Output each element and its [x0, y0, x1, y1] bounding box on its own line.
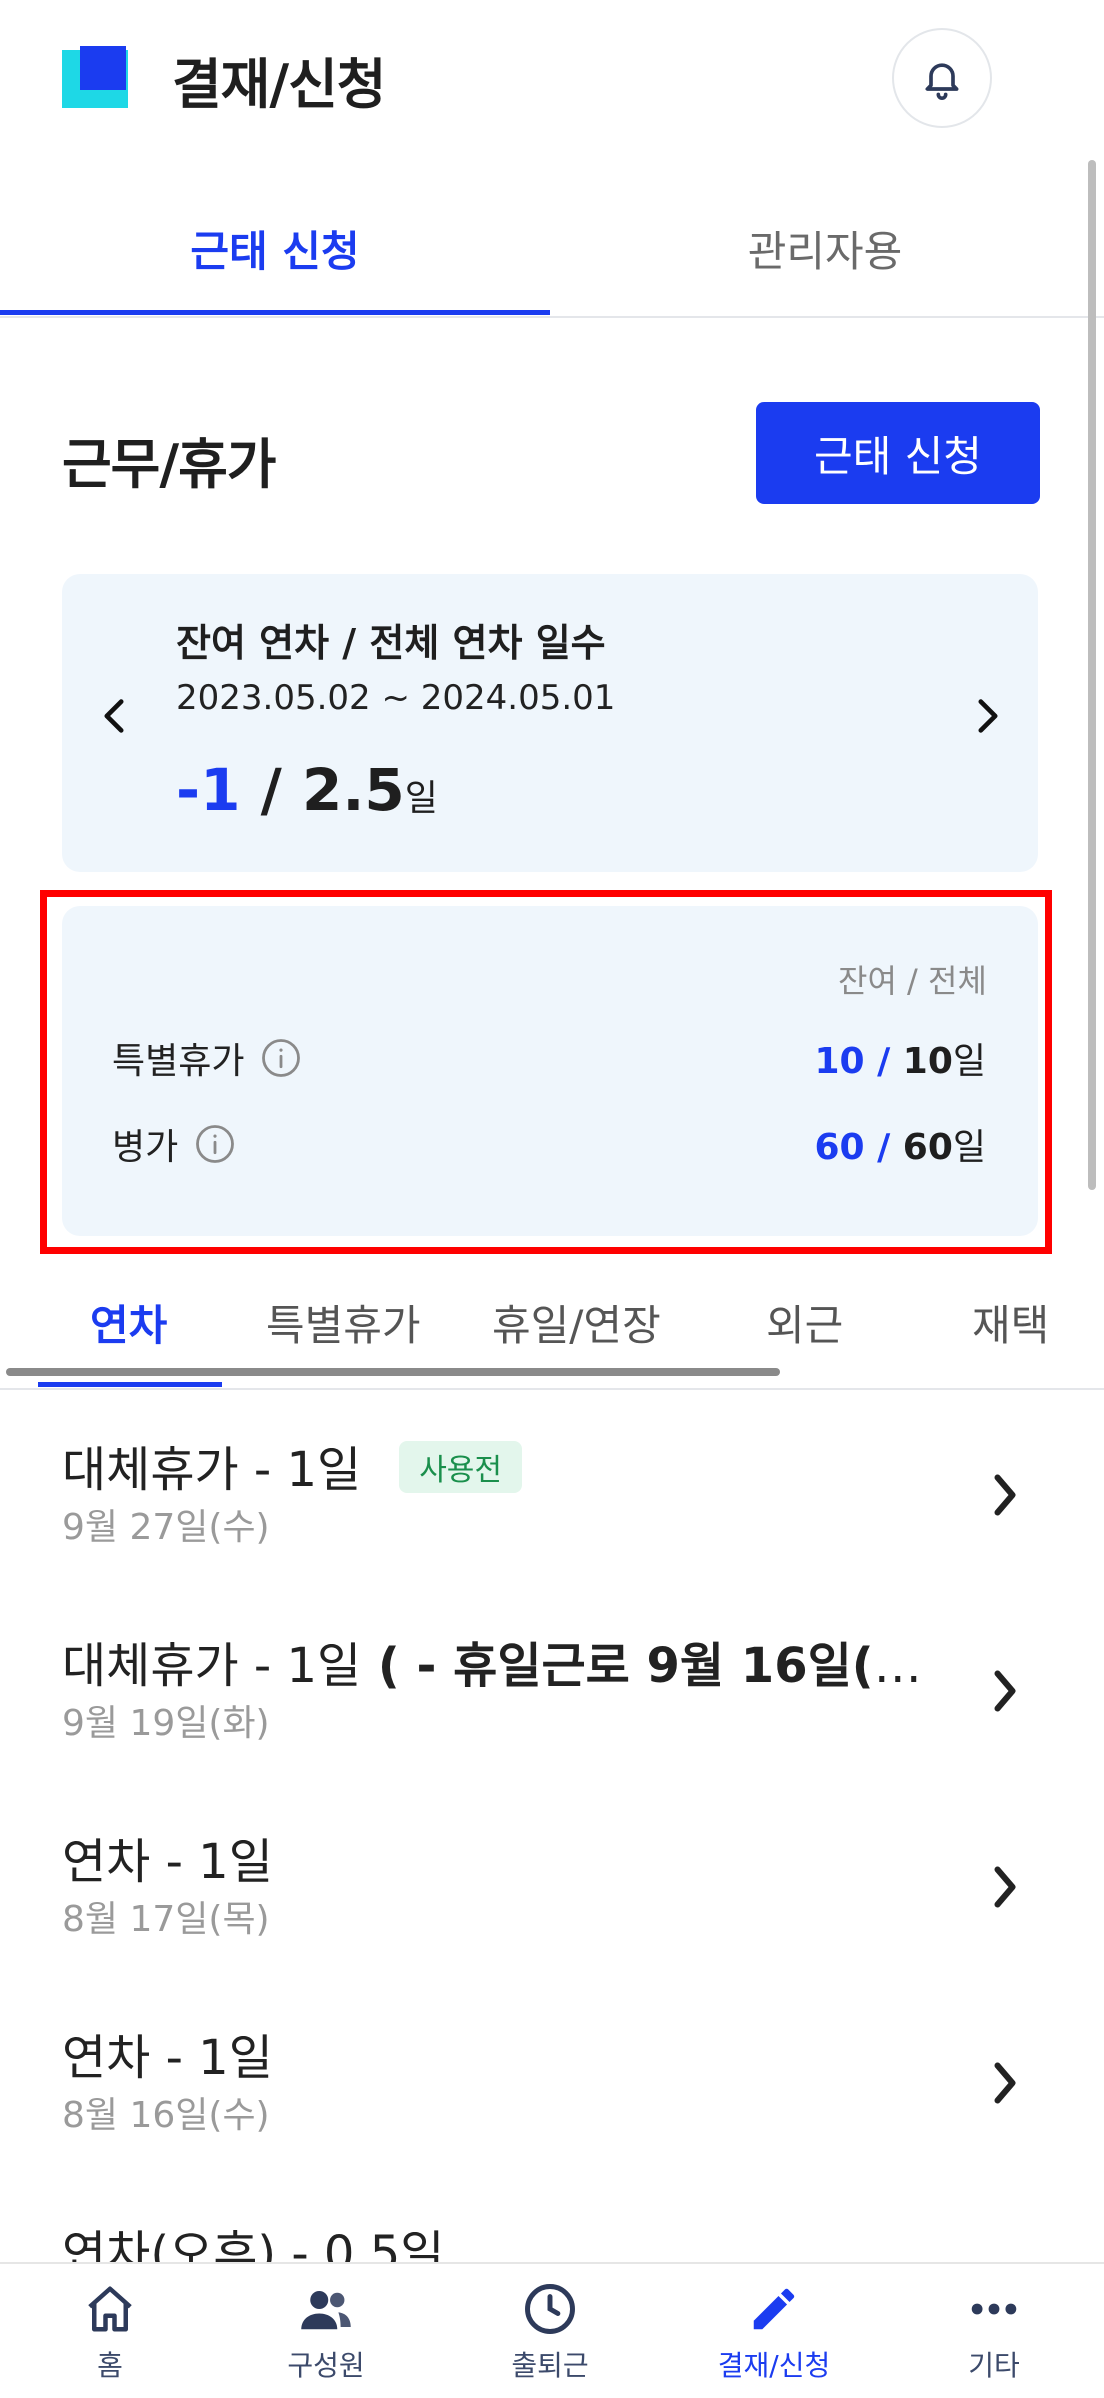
annual-leave-period: 2023.05.02 ~ 2024.05.01: [176, 678, 616, 718]
list-item-date: 8월 17일(목): [62, 1899, 270, 1940]
list-item[interactable]: 연차 - 1일 8월 17일(목): [0, 1822, 1104, 2018]
category-tab-scrollbar[interactable]: [6, 1368, 780, 1376]
list-item-title: 대체휴가 - 1일 ( - 휴일근로 9월 16일(토) ...: [62, 1638, 962, 1694]
bottom-navigation: 홈 구성원 출퇴근 결재/신청 기타: [0, 2262, 1104, 2398]
list-item[interactable]: 대체휴가 - 1일 ( - 휴일근로 9월 16일(토) ... 9월 19일(…: [0, 1626, 1104, 1822]
nav-more[interactable]: 기타: [884, 2282, 1104, 2384]
nav-attendance[interactable]: 출퇴근: [440, 2282, 660, 2384]
annual-total: 2.5: [302, 756, 405, 824]
list-item-title: 연차 - 1일: [62, 1834, 273, 1890]
clock-icon: [525, 2284, 575, 2334]
page-scrollbar[interactable]: [1088, 160, 1096, 1190]
sick-leave-label-row: 병가: [112, 1118, 236, 1170]
sick-leave-total: 60: [902, 1127, 953, 1168]
list-item-title: 대체휴가 - 1일 사용전: [62, 1430, 522, 1500]
annual-remaining: -1: [176, 756, 241, 824]
tab-admin[interactable]: 관리자용: [550, 218, 1100, 279]
info-icon[interactable]: [260, 1037, 302, 1079]
tab-special-leave[interactable]: 특별휴가: [266, 1292, 421, 1353]
sick-leave-label: 병가: [112, 1127, 179, 1168]
nav-members[interactable]: 구성원: [216, 2282, 436, 2384]
section-title: 근무/휴가: [62, 433, 276, 496]
nav-label: 홈: [97, 2349, 123, 2382]
list-item-date: 8월 16일(수): [62, 2095, 270, 2136]
tab-holiday-overtime[interactable]: 휴일/연장: [492, 1292, 661, 1353]
list-item-title: 연차(오후) - 0.5일: [62, 2226, 445, 2262]
special-leave-total: 10: [902, 1041, 953, 1082]
chevron-right-icon: [978, 699, 998, 733]
nav-approval[interactable]: 결재/신청: [664, 2282, 884, 2384]
chevron-right-icon: [994, 2062, 1016, 2104]
list-item[interactable]: 대체휴가 - 1일 사용전 9월 27일(수): [0, 1430, 1104, 1626]
annual-separator: /: [240, 756, 303, 824]
special-leave-unit: 일: [952, 1041, 986, 1082]
more-icon: [971, 2303, 1017, 2315]
app-logo-inner: [80, 46, 126, 90]
tab-divider: [0, 316, 1104, 318]
list-item[interactable]: 연차 - 1일 8월 16일(수): [0, 2018, 1104, 2214]
annual-unit: 일: [404, 778, 438, 819]
prev-period-button[interactable]: [92, 694, 136, 738]
info-icon[interactable]: [194, 1123, 236, 1165]
tab-annual-leave[interactable]: 연차: [90, 1292, 167, 1353]
chevron-right-icon: [994, 1866, 1016, 1908]
special-leave-label-row: 특별휴가: [112, 1032, 302, 1084]
notification-button[interactable]: [892, 28, 992, 128]
bell-icon: [925, 63, 959, 100]
nav-home[interactable]: 홈: [0, 2282, 220, 2384]
list-item[interactable]: 연차(오후) - 0.5일: [0, 2214, 1104, 2262]
annual-leave-value: -1 / 2.5일: [176, 756, 438, 824]
chevron-left-icon: [104, 699, 124, 733]
status-badge: 사용전: [399, 1441, 522, 1493]
annual-leave-title: 잔여 연차 / 전체 연차 일수: [176, 621, 606, 665]
nav-label: 구성원: [287, 2349, 365, 2382]
nav-label: 출퇴근: [511, 2349, 589, 2382]
category-tab-indicator: [38, 1382, 222, 1387]
nav-label: 결재/신청: [717, 2349, 831, 2382]
remaining-total-header: 잔여 / 전체: [838, 962, 987, 1000]
tab-attendance-request[interactable]: 근태 신청: [0, 218, 550, 279]
chevron-right-icon: [994, 1474, 1016, 1516]
tab-remote-work[interactable]: 재택: [972, 1292, 1049, 1353]
category-divider: [0, 1388, 1104, 1390]
tab-active-indicator: [0, 310, 550, 315]
special-leave-remaining: 10: [814, 1041, 865, 1082]
special-leave-label: 특별휴가: [112, 1041, 245, 1082]
pencil-icon: [753, 2288, 795, 2330]
people-icon: [301, 2291, 351, 2330]
list-item-title: 연차 - 1일: [62, 2030, 273, 2086]
apply-attendance-button[interactable]: 근태 신청: [756, 402, 1040, 504]
home-icon: [88, 2286, 132, 2332]
nav-label: 기타: [968, 2349, 1020, 2382]
special-leave-value: 10 / 10일: [814, 1041, 986, 1082]
sick-leave-unit: 일: [952, 1127, 986, 1168]
tab-outside-work[interactable]: 외근: [766, 1292, 843, 1353]
list-item-date: 9월 19일(화): [62, 1703, 270, 1744]
next-period-button[interactable]: [966, 694, 1010, 738]
list-item-date: 9월 27일(수): [62, 1507, 270, 1548]
sick-leave-remaining: 60: [814, 1127, 865, 1168]
sick-leave-value: 60 / 60일: [814, 1127, 986, 1168]
page-title: 결재/신청: [172, 53, 386, 116]
chevron-right-icon: [994, 1670, 1016, 1712]
